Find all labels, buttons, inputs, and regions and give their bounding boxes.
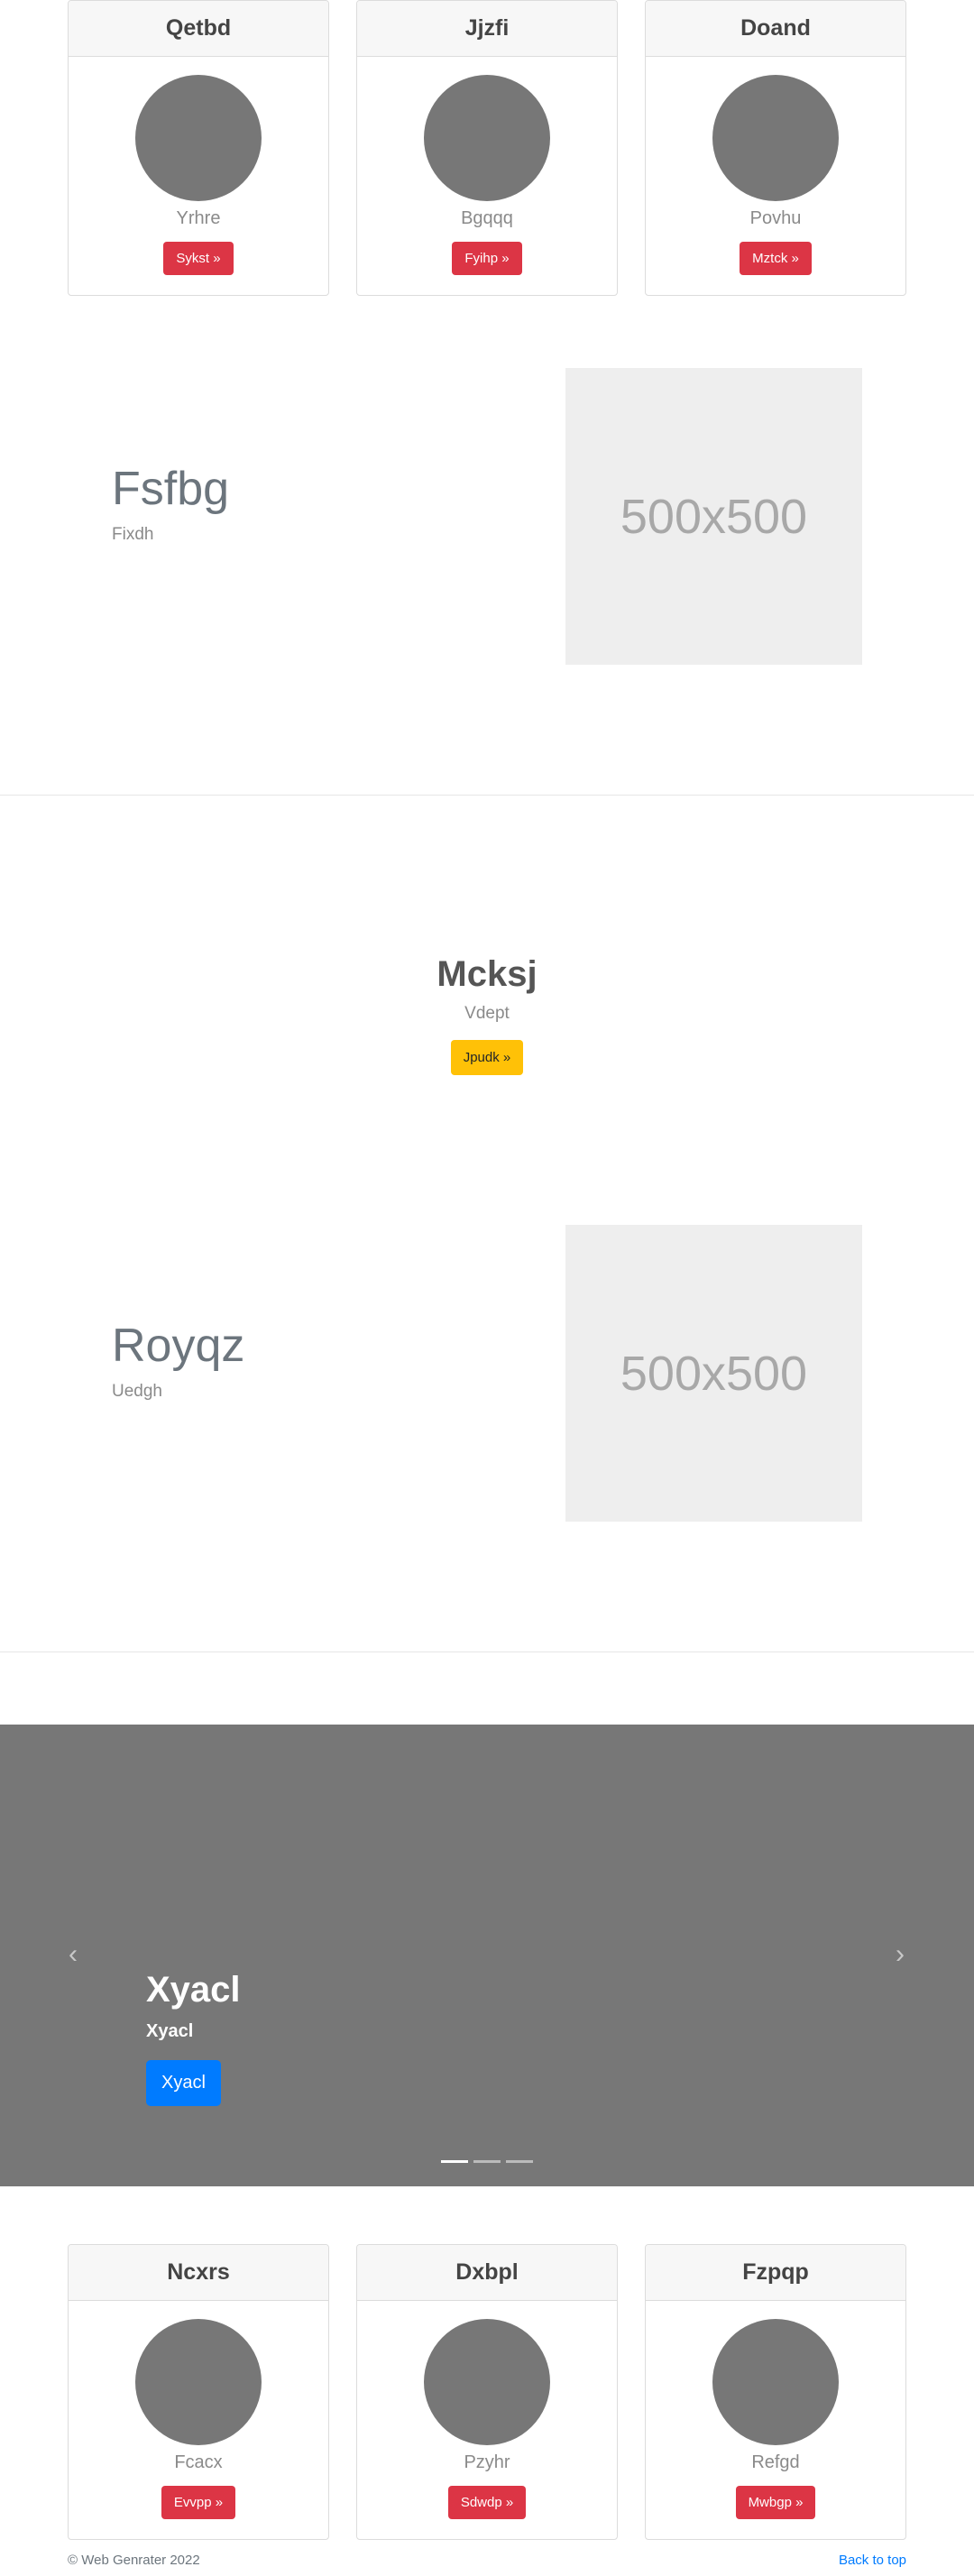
card-header: Qetbd xyxy=(69,1,328,57)
avatar-placeholder xyxy=(135,75,262,201)
feature-subtitle: Fixdh xyxy=(112,525,154,544)
carousel-button[interactable]: Xyacl xyxy=(146,2060,221,2106)
avatar-placeholder xyxy=(712,2319,839,2445)
feature-title: Royqz xyxy=(112,1320,245,1372)
card: Qetbd Yrhre Sykst » xyxy=(68,0,329,296)
carousel-indicators xyxy=(0,2160,974,2163)
bottom-cards-row: Ncxrs Fcacx Evvpp » Dxbpl Pzyhr Sdwdp » … xyxy=(68,2244,906,2540)
card-header: Ncxrs xyxy=(69,2245,328,2301)
carousel-title: Xyacl xyxy=(146,1970,241,2010)
center-subtitle: Vdept xyxy=(464,1004,510,1023)
placeholder-image: 500x500 xyxy=(565,368,862,665)
card-header: Dxbpl xyxy=(357,2245,617,2301)
card-body: Bgqqq Fyihp » xyxy=(357,57,617,275)
card-button[interactable]: Sykst » xyxy=(163,242,234,275)
carousel: ‹ › Xyacl Xyacl Xyacl xyxy=(0,1725,974,2186)
carousel-indicator[interactable] xyxy=(473,2160,501,2163)
feature-subtitle: Uedgh xyxy=(112,1382,162,1401)
card: Jjzfi Bgqqq Fyihp » xyxy=(356,0,618,296)
card-text: Pzyhr xyxy=(464,2452,510,2472)
section-divider xyxy=(0,1651,974,1652)
card-header: Doand xyxy=(646,1,905,57)
placeholder-image: 500x500 xyxy=(565,1225,862,1522)
card-text: Fcacx xyxy=(174,2452,223,2472)
chevron-left-icon[interactable]: ‹ xyxy=(60,1941,87,1968)
back-to-top-link[interactable]: Back to top xyxy=(839,2553,906,2568)
carousel-subtitle: Xyacl xyxy=(146,2021,194,2041)
card-button[interactable]: Evvpp » xyxy=(161,2486,236,2519)
center-section: Mcksj Vdept Jpudk » xyxy=(0,954,974,1075)
card-body: Povhu Mztck » xyxy=(646,57,905,275)
card-text: Bgqqq xyxy=(461,208,513,228)
card-body: Yrhre Sykst » xyxy=(69,57,328,275)
card-text: Yrhre xyxy=(176,208,221,228)
section-divider xyxy=(0,795,974,796)
card: Doand Povhu Mztck » xyxy=(645,0,906,296)
card-body: Pzyhr Sdwdp » xyxy=(357,2301,617,2519)
card-button[interactable]: Mwbgp » xyxy=(735,2486,816,2519)
card-button[interactable]: Fyihp » xyxy=(452,242,522,275)
center-button[interactable]: Jpudk » xyxy=(450,1040,524,1075)
card: Dxbpl Pzyhr Sdwdp » xyxy=(356,2244,618,2540)
chevron-right-icon[interactable]: › xyxy=(887,1941,914,1968)
card-header: Fzpqp xyxy=(646,2245,905,2301)
feature-section-2: Royqz Uedgh 500x500 xyxy=(0,1225,974,1523)
card-text: Povhu xyxy=(749,208,802,228)
card-button[interactable]: Sdwdp » xyxy=(447,2486,527,2519)
card-header: Jjzfi xyxy=(357,1,617,57)
carousel-caption: Xyacl Xyacl Xyacl xyxy=(146,1970,241,2106)
top-cards-row: Qetbd Yrhre Sykst » Jjzfi Bgqqq Fyihp » … xyxy=(68,0,906,296)
card: Fzpqp Refgd Mwbgp » xyxy=(645,2244,906,2540)
center-title: Mcksj xyxy=(436,954,538,994)
feature-title: Fsfbg xyxy=(112,463,230,515)
card-body: Fcacx Evvpp » xyxy=(69,2301,328,2519)
avatar-placeholder xyxy=(712,75,839,201)
carousel-indicator[interactable] xyxy=(506,2160,533,2163)
avatar-placeholder xyxy=(135,2319,262,2445)
card-button[interactable]: Mztck » xyxy=(740,242,812,275)
card: Ncxrs Fcacx Evvpp » xyxy=(68,2244,329,2540)
avatar-placeholder xyxy=(424,2319,550,2445)
avatar-placeholder xyxy=(424,75,550,201)
feature-section-1: Fsfbg Fixdh 500x500 xyxy=(0,368,974,666)
card-text: Refgd xyxy=(751,2452,800,2472)
footer-copyright: © Web Genrater 2022 xyxy=(68,2553,200,2568)
carousel-indicator[interactable] xyxy=(441,2160,468,2163)
footer: © Web Genrater 2022 Back to top xyxy=(68,2553,906,2568)
card-body: Refgd Mwbgp » xyxy=(646,2301,905,2519)
